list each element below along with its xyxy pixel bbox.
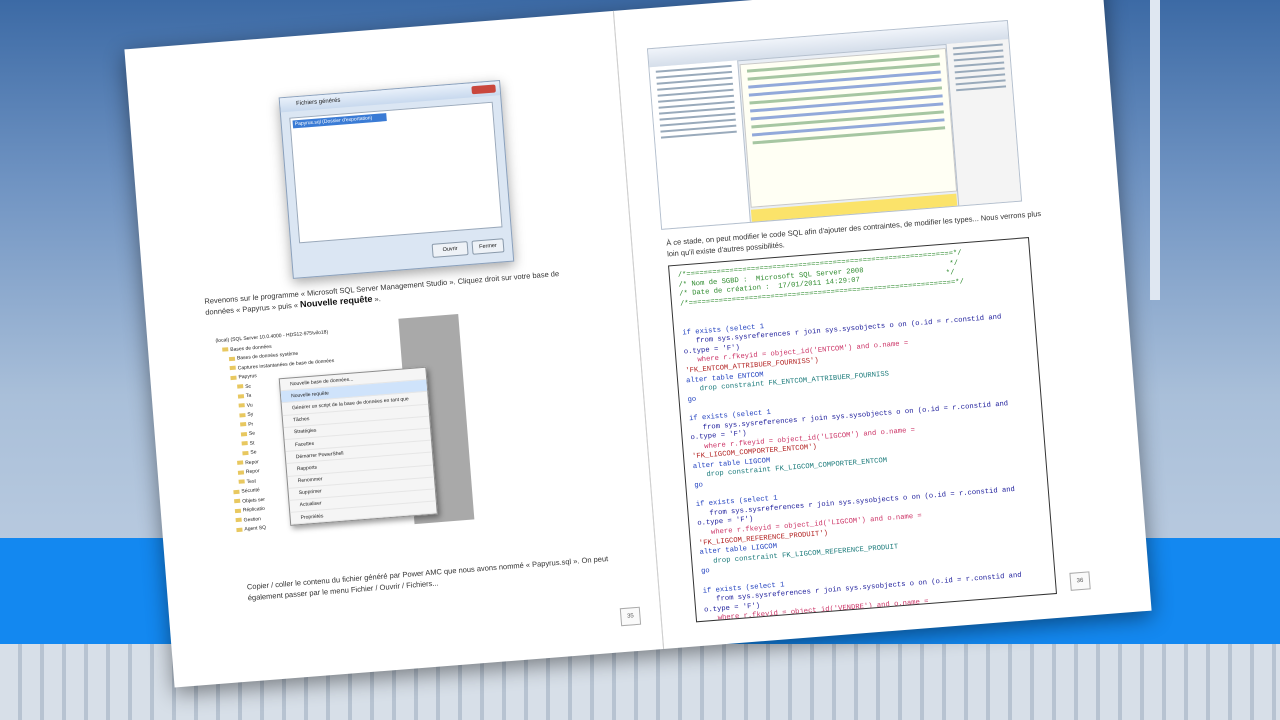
folder-icon xyxy=(242,450,249,456)
paragraph-copy-paste: Copier / coller le contenu du fichier gé… xyxy=(246,554,609,603)
object-explorer-screenshot: (local) (SQL Server 10.0.4000 - HDS12-97… xyxy=(208,314,475,540)
folder-icon xyxy=(240,431,248,437)
folder-icon xyxy=(240,422,247,427)
file-list-item[interactable]: Papyrus.sql (Dossier d'exportation) xyxy=(292,113,387,129)
database-icon xyxy=(238,479,245,484)
folder-icon xyxy=(233,489,240,494)
sql-line: go xyxy=(687,395,697,405)
sql-line: go xyxy=(694,481,704,491)
agent-icon xyxy=(236,527,243,532)
folder-icon xyxy=(239,412,246,418)
paragraph-intro: Revenons sur le programme « Microsoft SQ… xyxy=(204,266,585,318)
sql-line xyxy=(688,406,689,414)
folder-icon xyxy=(235,517,242,523)
sql-code: /*======================================… xyxy=(669,238,1057,622)
sql-line: go xyxy=(700,567,711,577)
context-menu: Nouvelle base de données... Nouvelle req… xyxy=(278,366,438,527)
database-icon xyxy=(237,460,244,466)
sql-line xyxy=(695,492,696,500)
folder-icon xyxy=(237,393,245,399)
close-icon[interactable] xyxy=(471,84,496,95)
sql-line xyxy=(681,320,682,328)
dialog-title: Fichiers générés xyxy=(295,97,341,108)
folder-icon xyxy=(229,365,236,371)
close-button[interactable]: Fermer xyxy=(471,238,505,255)
database-icon xyxy=(237,470,245,475)
folder-icon xyxy=(228,356,236,361)
file-list[interactable]: Papyrus.sql (Dossier d'exportation) xyxy=(289,101,503,244)
folder-icon xyxy=(234,498,241,504)
left-page: Fichiers générés Papyrus.sql (Dossier d'… xyxy=(124,11,663,687)
ssms-properties-panel xyxy=(945,39,1022,206)
paragraph-intro-end: ». xyxy=(374,294,382,304)
open-button[interactable]: Ouvrir xyxy=(431,241,469,258)
right-page: À ce stade, on peut modifier le code SQL… xyxy=(612,0,1153,650)
folder-icon xyxy=(222,347,229,352)
paragraph-intro-text: Revenons sur le programme « Microsoft SQ… xyxy=(204,269,560,317)
page-number-left: 35 xyxy=(619,606,642,627)
ssms-object-explorer xyxy=(649,60,751,229)
ssms-screenshot xyxy=(646,20,1023,230)
sql-line xyxy=(702,578,703,586)
ssms-query-editor xyxy=(739,47,958,208)
background-pole xyxy=(1150,0,1160,300)
folder-icon xyxy=(241,441,248,446)
folder-icon xyxy=(234,508,242,513)
book-spread: Fichiers générés Papyrus.sql (Dossier d'… xyxy=(124,0,1153,688)
database-icon xyxy=(230,375,237,380)
sql-line xyxy=(681,310,682,318)
folder-icon xyxy=(237,384,244,389)
page-number-right: 36 xyxy=(1069,571,1091,591)
generated-files-dialog: Fichiers générés Papyrus.sql (Dossier d'… xyxy=(278,80,515,279)
sql-code-block: /*======================================… xyxy=(668,237,1058,623)
folder-icon xyxy=(238,403,245,408)
